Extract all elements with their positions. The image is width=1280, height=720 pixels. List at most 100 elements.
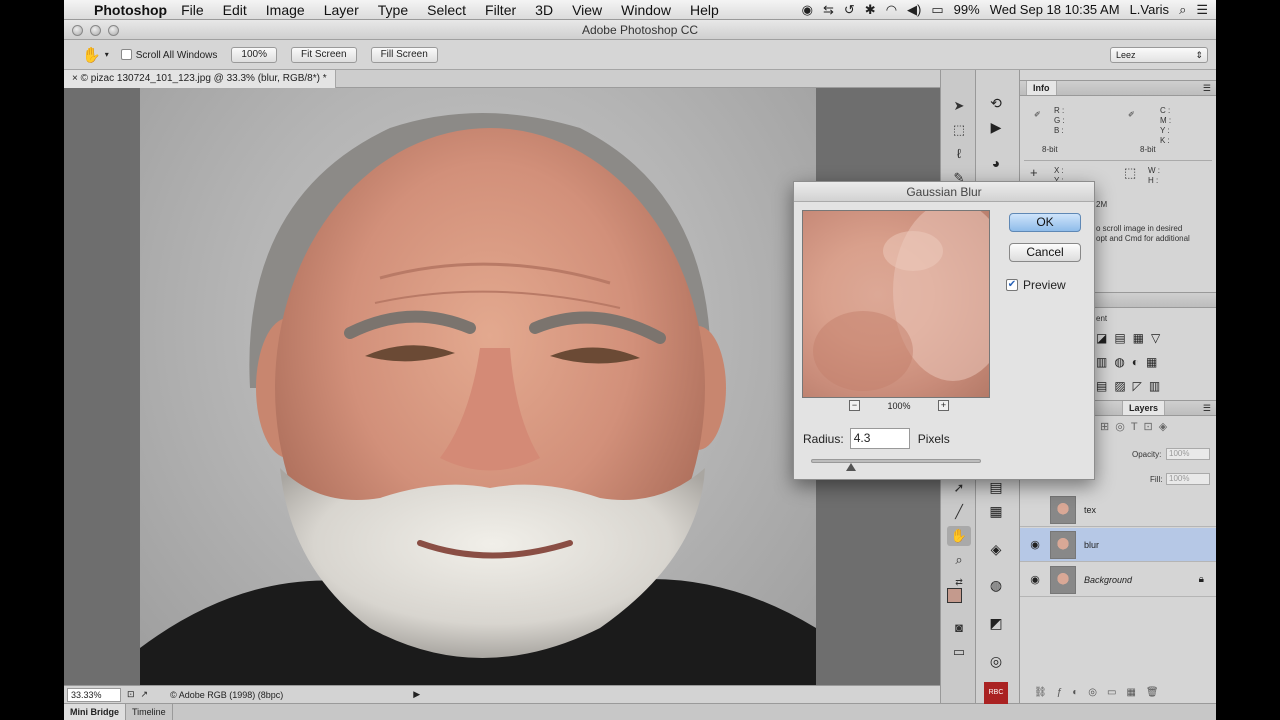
- eye-icon[interactable]: ◉: [1020, 538, 1050, 551]
- zoom-field[interactable]: 33.33%: [67, 687, 121, 702]
- sync-icon[interactable]: ⇆: [823, 2, 834, 18]
- tab-layers[interactable]: Layers: [1122, 401, 1166, 415]
- radius-slider-track[interactable]: [811, 459, 981, 463]
- layers-footer-icons[interactable]: ⛓ƒ◐◎▭▦🗑︎: [1034, 687, 1169, 698]
- document-tab[interactable]: × © pizac 130724_101_123.jpg @ 33.3% (bl…: [64, 70, 336, 88]
- quick-mask-icon[interactable]: ◙: [947, 618, 971, 638]
- radius-slider-knob[interactable]: [846, 463, 856, 471]
- share-icon[interactable]: ↗: [141, 689, 149, 700]
- volume-icon[interactable]: ◀): [907, 2, 921, 18]
- menu-image[interactable]: Image: [266, 2, 305, 18]
- cancel-button[interactable]: Cancel: [1009, 243, 1081, 262]
- layer-row-tex[interactable]: tex: [1020, 493, 1216, 527]
- status-menu-arrow-icon[interactable]: ▶: [413, 689, 420, 700]
- hand-tool-icon[interactable]: ✋: [947, 526, 971, 546]
- swatches-panel-icon[interactable]: ◕: [984, 152, 1008, 174]
- close-window-button[interactable]: [72, 25, 83, 36]
- info-hint-line-2: opt and Cmd for additional: [1096, 234, 1190, 243]
- move-tool-icon[interactable]: ➤: [947, 96, 971, 116]
- screen-border-left: [0, 0, 64, 720]
- layer-thumbnail: [1050, 530, 1076, 559]
- time-machine-icon[interactable]: ↺: [844, 2, 855, 18]
- menu-window[interactable]: Window: [621, 2, 671, 18]
- zoom-tool-icon[interactable]: ⌕: [947, 550, 971, 570]
- datetime[interactable]: Wed Sep 18 10:35 AM: [990, 2, 1120, 17]
- info-b: B :: [1054, 126, 1064, 135]
- zoom-window-button[interactable]: [108, 25, 119, 36]
- wifi-icon[interactable]: ◠: [886, 2, 897, 18]
- tab-info[interactable]: Info: [1026, 81, 1057, 95]
- layers-panel-menu-icon[interactable]: ☰: [1203, 401, 1211, 415]
- notes-panel-icon[interactable]: ▦: [984, 500, 1008, 522]
- menu-help[interactable]: Help: [690, 2, 719, 18]
- tool-presets-icon[interactable]: ◎: [984, 650, 1008, 672]
- layer-row-background[interactable]: ◉ Background 🔒︎: [1020, 563, 1216, 597]
- battery-icon[interactable]: ▭: [931, 2, 943, 18]
- preview-checkbox[interactable]: ✔ Preview: [1006, 278, 1066, 292]
- status-toggle-icon[interactable]: ⊡: [127, 689, 135, 700]
- lock-icon: 🔒︎: [1198, 574, 1204, 585]
- checkmark-icon[interactable]: ✔: [1006, 279, 1018, 291]
- menu-type[interactable]: Type: [378, 2, 408, 18]
- preview-label: Preview: [1023, 278, 1066, 292]
- preset-dropdown-arrow-icon[interactable]: ▾: [105, 50, 109, 59]
- app-menu[interactable]: Photoshop: [94, 2, 167, 18]
- layer-name: blur: [1084, 539, 1100, 550]
- tab-timeline[interactable]: Timeline: [126, 704, 173, 720]
- checkbox-box[interactable]: [120, 48, 132, 60]
- layer-row-blur[interactable]: ◉ blur: [1020, 528, 1216, 562]
- ok-button[interactable]: OK: [1009, 213, 1081, 232]
- foreground-color-swatch[interactable]: [947, 588, 962, 603]
- window-title-bar: Adobe Photoshop CC: [64, 20, 1216, 40]
- menu-filter[interactable]: Filter: [485, 2, 516, 18]
- opacity-field[interactable]: 100%: [1166, 448, 1210, 460]
- spotlight-search-icon[interactable]: ⌕: [1179, 2, 1186, 18]
- 3d-panel-icon[interactable]: ◈: [984, 538, 1008, 560]
- panel-menu-icon[interactable]: ☰: [1203, 81, 1211, 95]
- plugin-panel-icon[interactable]: RBC: [984, 682, 1008, 704]
- info-selection-icon: ⬚: [1124, 165, 1137, 180]
- radius-input[interactable]: 4.3: [849, 428, 910, 449]
- screen-mode-icon[interactable]: ▭: [947, 642, 971, 662]
- radius-units: Pixels: [917, 431, 950, 446]
- notification-center-icon[interactable]: ☰: [1196, 2, 1208, 18]
- workspace-select[interactable]: Leez ⇕: [1110, 47, 1208, 63]
- tab-mini-bridge[interactable]: Mini Bridge: [64, 704, 126, 720]
- fill-screen-button[interactable]: Fill Screen: [370, 46, 438, 63]
- fill-field[interactable]: 100%: [1166, 473, 1210, 485]
- blur-preview[interactable]: [802, 210, 990, 398]
- info-bit-right: 8-bit: [1140, 145, 1156, 154]
- info-m: M :: [1160, 116, 1172, 125]
- zoom-out-button[interactable]: −: [849, 400, 860, 411]
- menu-edit[interactable]: Edit: [223, 2, 247, 18]
- layer-filter-icons[interactable]: ⊞◎T⊡◈: [1100, 420, 1173, 433]
- minimize-window-button[interactable]: [90, 25, 101, 36]
- zoom-in-button[interactable]: +: [938, 400, 949, 411]
- menu-layer[interactable]: Layer: [324, 2, 359, 18]
- dialog-title: Gaussian Blur: [794, 182, 1094, 202]
- bluetooth-icon[interactable]: ✱: [865, 2, 876, 18]
- history-panel-icon[interactable]: ⟲: [984, 92, 1008, 114]
- status-icon-1[interactable]: ◉: [802, 2, 813, 18]
- brush-panel-icon[interactable]: ◩: [984, 612, 1008, 634]
- adjustment-icons-grid[interactable]: ◪▤▦▽ ▥◍◐▦ ▤▨◸▥: [1096, 326, 1206, 398]
- menu-file[interactable]: File: [181, 2, 204, 18]
- lasso-tool-icon[interactable]: ℓ: [947, 144, 971, 164]
- eye-icon[interactable]: ◉: [1020, 573, 1050, 586]
- fill-label: Fill:: [1150, 475, 1163, 484]
- scroll-all-windows-checkbox[interactable]: Scroll All Windows: [120, 48, 217, 61]
- menu-3d[interactable]: 3D: [535, 2, 553, 18]
- kuler-panel-icon[interactable]: ◍: [984, 574, 1008, 596]
- marquee-tool-icon[interactable]: ⬚: [947, 120, 971, 140]
- hand-tool-preset-icon[interactable]: ✋: [82, 46, 101, 64]
- path-select-tool-icon[interactable]: ➚: [947, 478, 971, 498]
- fit-screen-button[interactable]: Fit Screen: [290, 46, 357, 63]
- actual-pixels-button[interactable]: 100%: [231, 46, 277, 63]
- menu-select[interactable]: Select: [427, 2, 466, 18]
- user-name[interactable]: L.Varis: [1130, 2, 1170, 17]
- actions-panel-icon[interactable]: ▶: [984, 116, 1008, 138]
- options-bar: ✋ ▾ Scroll All Windows 100% Fit Screen F…: [64, 40, 1216, 70]
- menu-view[interactable]: View: [572, 2, 602, 18]
- close-tab-icon[interactable]: ×: [72, 73, 78, 84]
- line-tool-icon[interactable]: ╱: [947, 502, 971, 522]
